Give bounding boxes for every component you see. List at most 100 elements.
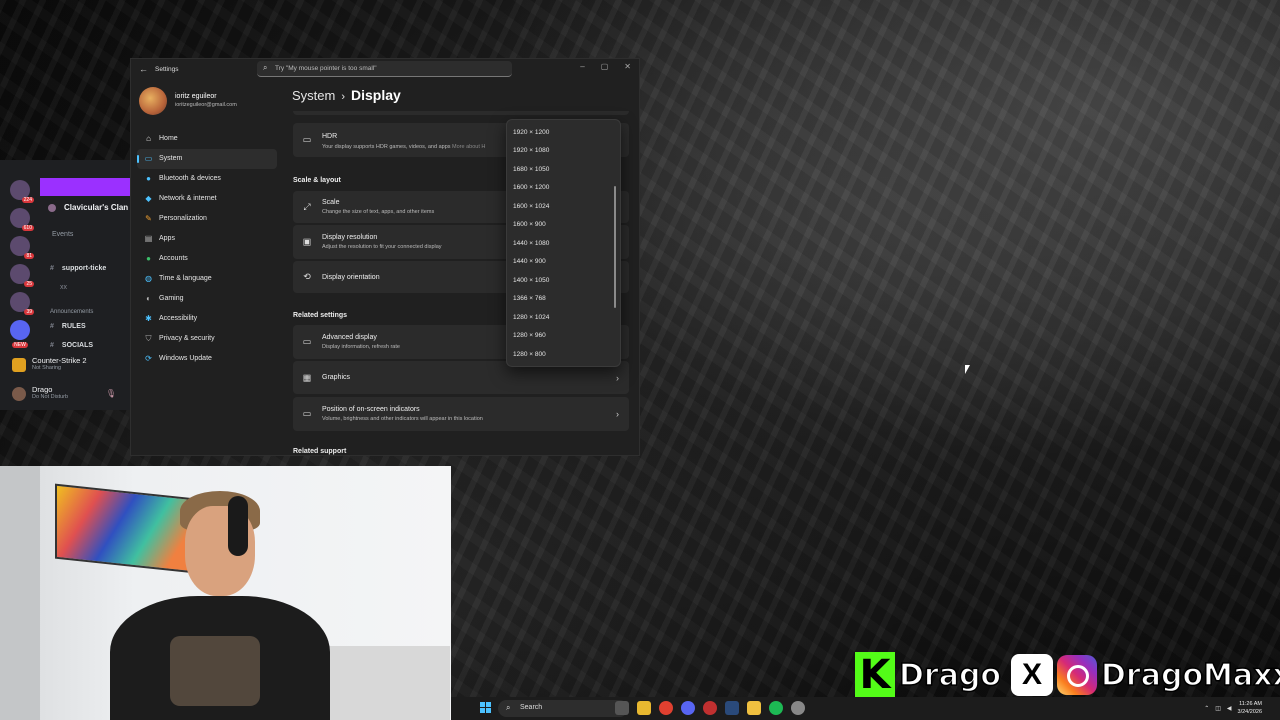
network-icon[interactable]: ◫: [1215, 705, 1221, 712]
discord-icon[interactable]: [681, 701, 695, 715]
chevron-up-icon[interactable]: ⌃: [1204, 705, 1209, 712]
settings-icon[interactable]: [791, 701, 805, 715]
hdr-icon: ▭: [302, 134, 312, 145]
gamepad-icon: ◐: [146, 294, 151, 303]
accounts-icon: ●: [146, 254, 151, 263]
accessibility-icon: ✱: [145, 314, 152, 323]
microphone-icon[interactable]: 🎙: [106, 389, 116, 398]
resolution-option[interactable]: 1600 × 900: [513, 221, 546, 228]
resolution-option[interactable]: 1280 × 1024: [513, 314, 549, 321]
resolution-option[interactable]: 1280 × 800: [513, 351, 546, 358]
chrome-icon[interactable]: [659, 701, 673, 715]
clock[interactable]: 11:26 AM 3/24/2026: [1238, 700, 1262, 716]
nav-item-apps[interactable]: ▤ Apps: [137, 229, 277, 249]
resolution-dropdown[interactable]: 1920 × 1200 1920 × 1080 1680 × 1050 1600…: [506, 119, 621, 367]
nav-item-windows-update[interactable]: ⟳ Windows Update: [137, 349, 277, 369]
resolution-option[interactable]: 1680 × 1050: [513, 166, 549, 173]
app-icon[interactable]: [747, 701, 761, 715]
server-name[interactable]: Clavicular's Clan: [48, 203, 128, 212]
task-view-icon[interactable]: [615, 701, 629, 715]
dropdown-scrollbar[interactable]: [614, 186, 616, 308]
resolution-option[interactable]: 1366 × 768: [513, 295, 546, 302]
file-explorer-icon[interactable]: [637, 701, 651, 715]
nav-item-accounts[interactable]: ● Accounts: [137, 249, 277, 269]
section-related-settings: Related settings: [293, 312, 348, 319]
user-panel[interactable]: Drago Do Not Disturb 🎙: [12, 385, 130, 401]
monitor-icon: ▭: [302, 336, 312, 347]
spotify-icon[interactable]: [769, 701, 783, 715]
search-icon: ⌕: [506, 703, 511, 712]
title-bar: ← Settings ⌕ Try "My mouse pointer is to…: [131, 59, 639, 81]
kick-logo-icon: K: [855, 652, 895, 698]
volume-icon[interactable]: ◀: [1227, 705, 1232, 712]
breadcrumb-system[interactable]: System: [292, 88, 335, 103]
channel-support[interactable]: # support-ticke: [50, 265, 106, 272]
nav-item-gaming[interactable]: ◐ Gaming: [137, 289, 277, 309]
nav-item-accessibility[interactable]: ✱ Accessibility: [137, 309, 277, 329]
nav-item-bluetooth[interactable]: ● Bluetooth & devices: [137, 169, 277, 189]
resolution-option[interactable]: 1400 × 1050: [513, 277, 549, 284]
close-icon[interactable]: ✕: [624, 62, 631, 71]
steam-icon[interactable]: [725, 701, 739, 715]
settings-window: ← Settings ⌕ Try "My mouse pointer is to…: [130, 58, 640, 456]
settings-search-input[interactable]: ⌕ Try "My mouse pointer is too small": [257, 61, 512, 77]
apps-icon: ▤: [144, 234, 153, 243]
maximize-icon[interactable]: ▢: [601, 62, 609, 71]
search-icon: ⌕: [263, 63, 268, 72]
profile-card[interactable]: ioritz eguileor ioritzeguileor@gmail.com: [139, 87, 237, 115]
voice-channel[interactable]: xx: [60, 284, 67, 291]
resolution-option[interactable]: 1920 × 1080: [513, 147, 549, 154]
resolution-option[interactable]: 1600 × 1200: [513, 184, 549, 191]
orientation-icon: ⟲: [303, 271, 311, 282]
back-arrow-icon[interactable]: ←: [139, 64, 148, 74]
scale-icon: ⤢: [303, 201, 311, 212]
section-related-support: Related support: [293, 448, 347, 455]
channel-rules[interactable]: # RULES: [50, 323, 86, 330]
category-announcements[interactable]: Announcements: [50, 309, 93, 315]
headset: [228, 496, 248, 556]
system-tray: ⌃ ◫ ◀ 11:26 AM 3/24/2026: [1204, 700, 1262, 716]
taskbar-search[interactable]: ⌕ Search: [498, 700, 628, 717]
taskbar-apps: [615, 701, 805, 715]
windows-start-icon[interactable]: [480, 702, 492, 714]
resolution-icon: ▣: [302, 236, 312, 247]
streamer-socials-overlay: K Drago X DragoMaxxer: [855, 650, 1280, 700]
server-icon[interactable]: 610: [10, 208, 34, 231]
nav-item-time-language[interactable]: ◍ Time & language: [137, 269, 277, 289]
chevron-right-icon: ›: [341, 91, 346, 103]
discord-nitro-icon[interactable]: [10, 320, 30, 340]
server-icon[interactable]: 224: [10, 180, 34, 203]
brush-icon: ✎: [145, 214, 152, 223]
nav-item-privacy[interactable]: ⛉ Privacy & security: [137, 329, 277, 349]
nav-item-personalization[interactable]: ✎ Personalization: [137, 209, 277, 229]
more-about-hdr-link[interactable]: More about H: [452, 144, 485, 150]
minimize-icon[interactable]: –: [580, 62, 584, 71]
server-icon[interactable]: 39: [10, 292, 34, 315]
resolution-option[interactable]: 1920 × 1200: [513, 129, 549, 136]
taskbar: ⌕ Search ⌃ ◫ ◀ 11:26 AM 3/24/2026: [451, 697, 1280, 720]
graphics-icon: ▦: [302, 372, 312, 382]
hash-icon: #: [50, 323, 54, 330]
events-link[interactable]: Events: [52, 231, 73, 238]
resolution-option[interactable]: 1440 × 900: [513, 258, 546, 265]
card-partial: [293, 111, 629, 115]
nav-item-home[interactable]: ⌂ Home: [137, 129, 277, 149]
nav-item-system[interactable]: ▭ System: [137, 149, 277, 169]
resolution-option[interactable]: 1600 × 1024: [513, 203, 549, 210]
instagram-username: DragoMaxxer: [1100, 657, 1280, 694]
mouse-cursor-icon: [965, 365, 970, 374]
app-icon[interactable]: [703, 701, 717, 715]
resolution-option[interactable]: 1440 × 1080: [513, 240, 549, 247]
channel-socials[interactable]: # SOCIALS: [50, 342, 93, 349]
server-banner: [40, 178, 130, 196]
server-icon[interactable]: 25: [10, 264, 34, 287]
activity-panel: Counter-Strike 2 Not Sharing: [12, 356, 130, 372]
new-badge: NEW: [12, 342, 28, 348]
server-icon[interactable]: 81: [10, 236, 34, 259]
resolution-option[interactable]: 1280 × 960: [513, 332, 546, 339]
onscreen-indicators-card[interactable]: ▭ Position of on-screen indicators Volum…: [293, 397, 629, 431]
nav-item-network[interactable]: ◆ Network & internet: [137, 189, 277, 209]
kick-username: Drago: [898, 657, 1002, 694]
avatar: [12, 387, 26, 401]
section-scale-layout: Scale & layout: [293, 177, 341, 184]
